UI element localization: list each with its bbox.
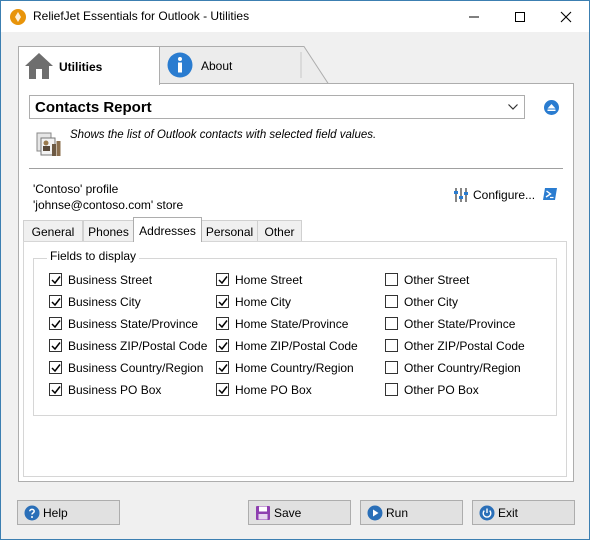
field-checkbox-label: Other State/Province [404, 317, 516, 331]
title-bar[interactable]: ReliefJet Essentials for Outlook - Utili… [1, 1, 589, 32]
utilities-panel: Contacts Report Shows the list of Outloo… [18, 83, 574, 482]
profile-store: 'johnse@contoso.com' store [33, 198, 184, 212]
tab-other[interactable]: Other [257, 220, 302, 241]
checkbox-unchecked[interactable] [385, 383, 398, 396]
field-checkbox-label: Business ZIP/Postal Code [68, 339, 208, 353]
tab-utilities-label: Utilities [59, 60, 103, 74]
home-icon [25, 53, 53, 79]
help-button[interactable]: Help [17, 500, 120, 525]
field-checkbox-label: Business State/Province [68, 317, 199, 331]
checkbox-checked[interactable] [49, 295, 62, 308]
exit-button[interactable]: Exit [472, 500, 575, 525]
checkbox-checked[interactable] [49, 361, 62, 374]
tab-personal-label: Personal [205, 225, 254, 239]
checkbox-checked[interactable] [49, 339, 62, 352]
field-checkbox-label: Home Street [235, 273, 303, 287]
maximize-button[interactable] [497, 1, 543, 32]
checkbox-unchecked[interactable] [385, 317, 398, 330]
contacts-report-icon [35, 130, 63, 158]
collapse-up-icon[interactable] [544, 100, 559, 115]
field-checkbox-label: Home State/Province [235, 317, 349, 331]
fields-group-legend: Fields to display [47, 249, 140, 263]
tab-personal[interactable]: Personal [201, 220, 258, 241]
checkbox-unchecked[interactable] [385, 295, 398, 308]
exit-button-label: Exit [498, 506, 519, 520]
field-checkbox-label: Business Country/Region [68, 361, 204, 375]
field-checkbox-label: Other Country/Region [404, 361, 521, 375]
tab-general[interactable]: General [23, 220, 83, 241]
report-select[interactable]: Contacts Report [29, 95, 525, 119]
help-button-label: Help [43, 506, 68, 520]
save-icon [256, 506, 270, 520]
help-icon [24, 505, 40, 521]
app-window: ReliefJet Essentials for Outlook - Utili… [0, 0, 590, 540]
configure-label: Configure... [473, 188, 536, 202]
field-checkbox-label: Business PO Box [68, 383, 162, 397]
tab-phones-label: Phones [88, 225, 129, 239]
powershell-icon[interactable] [542, 186, 558, 202]
checkbox-checked[interactable] [49, 317, 62, 330]
report-select-value: Contacts Report [35, 99, 152, 116]
tab-utilities[interactable]: Utilities [18, 46, 160, 85]
field-checkbox-label: Home City [235, 295, 292, 309]
field-checkbox-label: Home PO Box [235, 383, 312, 397]
save-button-label: Save [274, 506, 302, 520]
run-button-label: Run [386, 506, 409, 520]
tab-about-label: About [201, 59, 233, 73]
save-button[interactable]: Save [248, 500, 351, 525]
field-checkbox-label: Other PO Box [404, 383, 479, 397]
info-icon [167, 52, 193, 78]
checkbox-unchecked[interactable] [385, 273, 398, 286]
addresses-tab-panel: Fields to display Business Street Busines… [23, 241, 567, 477]
tab-other-label: Other [264, 225, 295, 239]
field-checkbox-label: Business Street [68, 273, 153, 287]
report-description: Shows the list of Outlook contacts with … [70, 129, 377, 141]
checkbox-checked[interactable] [216, 383, 229, 396]
field-checkbox-label: Home ZIP/Postal Code [235, 339, 358, 353]
sliders-icon [454, 188, 468, 202]
field-checkbox-label: Business City [68, 295, 141, 309]
window-title: ReliefJet Essentials for Outlook - Utili… [33, 9, 250, 23]
power-icon [479, 505, 495, 521]
close-button[interactable] [543, 1, 589, 32]
checkbox-checked[interactable] [49, 273, 62, 286]
tab-about[interactable]: About [159, 46, 329, 84]
run-button[interactable]: Run [360, 500, 463, 525]
profile-info: 'Contoso' profile 'johnse@contoso.com' s… [33, 181, 183, 213]
field-checkbox-label: Other City [404, 295, 459, 309]
chevron-down-icon [508, 104, 518, 110]
tab-phones[interactable]: Phones [83, 220, 134, 241]
field-checkbox-label: Other ZIP/Postal Code [404, 339, 525, 353]
minimize-button[interactable] [451, 1, 497, 32]
tab-addresses[interactable]: Addresses [133, 217, 202, 242]
tab-general-label: General [31, 225, 75, 239]
checkbox-checked[interactable] [49, 383, 62, 396]
tab-addresses-label: Addresses [139, 224, 196, 238]
checkbox-checked[interactable] [216, 295, 229, 308]
field-checkbox-label: Home Country/Region [235, 361, 354, 375]
checkbox-checked[interactable] [216, 339, 229, 352]
divider [29, 168, 563, 169]
checkbox-checked[interactable] [216, 361, 229, 374]
profile-name: 'Contoso' profile [33, 182, 119, 196]
checkbox-unchecked[interactable] [385, 339, 398, 352]
run-icon [367, 505, 383, 521]
checkbox-checked[interactable] [216, 273, 229, 286]
checkbox-checked[interactable] [216, 317, 229, 330]
field-checkbox-label: Other Street [404, 273, 470, 287]
checkbox-unchecked[interactable] [385, 361, 398, 374]
app-logo-icon [10, 9, 26, 25]
